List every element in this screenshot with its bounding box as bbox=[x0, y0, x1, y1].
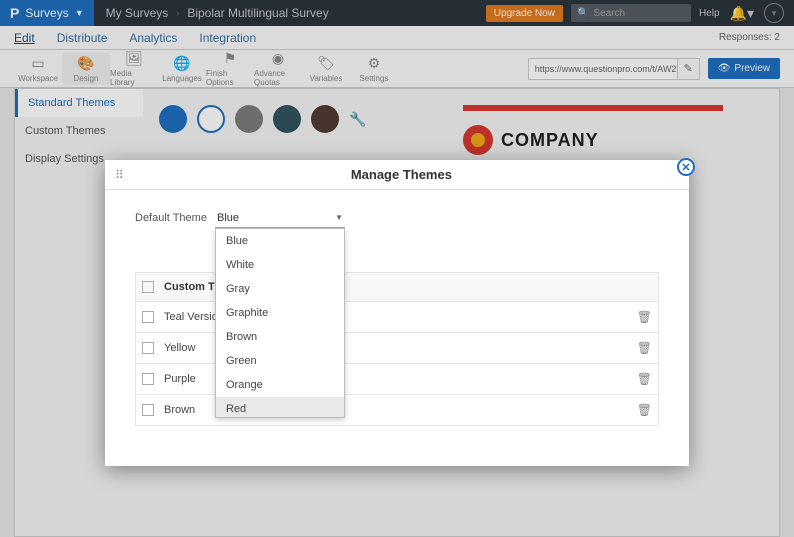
checkbox[interactable] bbox=[142, 342, 154, 354]
theme-dropdown[interactable]: BlueWhiteGrayGraphiteBrownGreenOrangeRed… bbox=[215, 228, 345, 418]
theme-row: Brown🗑 bbox=[135, 395, 659, 426]
dropdown-option[interactable]: Orange bbox=[216, 373, 344, 397]
theme-row: Teal Version🗑 bbox=[135, 302, 659, 333]
select-value: Blue bbox=[217, 212, 239, 224]
theme-row: Purple🗑 bbox=[135, 364, 659, 395]
trash-icon[interactable]: 🗑 bbox=[637, 372, 652, 386]
dropdown-option[interactable]: White bbox=[216, 253, 344, 277]
dropdown-option[interactable]: Graphite bbox=[216, 301, 344, 325]
close-icon[interactable]: ✕ bbox=[677, 158, 695, 176]
trash-icon[interactable]: 🗑 bbox=[637, 341, 652, 355]
checkbox[interactable] bbox=[142, 404, 154, 416]
dropdown-option[interactable]: Brown bbox=[216, 325, 344, 349]
chevron-down-icon: ▼ bbox=[335, 213, 343, 222]
modal-title: Manage Themes bbox=[124, 167, 679, 182]
dropdown-option[interactable]: Blue bbox=[216, 229, 344, 253]
custom-themes-list: Custom Themes Teal Version🗑Yellow🗑Purple… bbox=[135, 272, 659, 426]
manage-themes-modal: ⠿ Manage Themes ✕ Default Theme Blue ▼ B… bbox=[105, 160, 689, 466]
dropdown-option[interactable]: Red bbox=[216, 397, 344, 418]
checkbox[interactable] bbox=[142, 311, 154, 323]
list-header: Custom Themes bbox=[135, 272, 659, 302]
default-theme-select[interactable]: Blue ▼ bbox=[215, 208, 345, 228]
checkbox[interactable] bbox=[142, 281, 154, 293]
drag-handle-icon[interactable]: ⠿ bbox=[115, 168, 124, 182]
modal-overlay: ⠿ Manage Themes ✕ Default Theme Blue ▼ B… bbox=[0, 0, 794, 537]
default-theme-label: Default Theme bbox=[135, 212, 215, 224]
trash-icon[interactable]: 🗑 bbox=[637, 310, 652, 324]
dropdown-option[interactable]: Gray bbox=[216, 277, 344, 301]
checkbox[interactable] bbox=[142, 373, 154, 385]
dropdown-option[interactable]: Green bbox=[216, 349, 344, 373]
theme-row: Yellow🗑 bbox=[135, 333, 659, 364]
trash-icon[interactable]: 🗑 bbox=[637, 403, 652, 417]
